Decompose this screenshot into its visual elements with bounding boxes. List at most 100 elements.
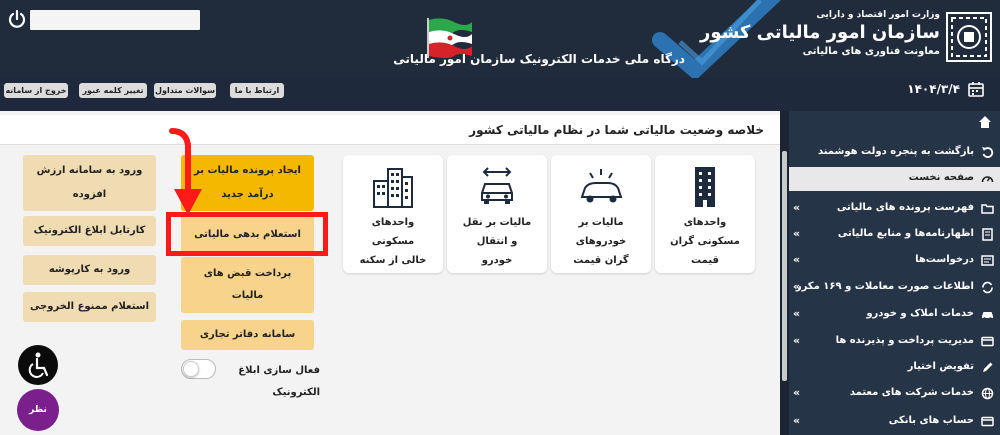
luxury-car-icon	[580, 169, 623, 203]
card-icon	[981, 416, 994, 427]
portal-title: درگاه ملی خدمات الکترونیک سازمان امور ما…	[393, 52, 685, 66]
card-text: خودروهای	[575, 236, 627, 247]
contact-us-button[interactable]: ارتباط با ما	[230, 83, 284, 98]
sidebar-item-label: خدمات شرکت های معتمد	[849, 387, 974, 398]
button-text: ورود به سامانه ارزش	[36, 165, 143, 176]
sidebar-item-label: فهرست پرونده های مالیاتی	[836, 202, 974, 213]
card-text: مالیات بر	[578, 217, 624, 228]
sidebar-item-bank-accounts[interactable]: حساب های بانکی «	[789, 410, 1000, 434]
sidebar-item-delegation[interactable]: تفویض اختیار	[789, 356, 1000, 380]
sidebar-item-payment-management[interactable]: مدیریت پرداخت و پذیرنده ها «	[789, 330, 1000, 354]
card-text: قیمت	[691, 255, 719, 266]
card-vacant-residential-units[interactable]: واحدهای مسکونی خالی از سکنه	[343, 155, 443, 273]
sidebar-scrollbar[interactable]	[780, 111, 789, 435]
kariposhe-login-button[interactable]: ورود به کارپوشه	[23, 255, 156, 285]
sidebar-item-label: مدیریت پرداخت و پذیرنده ها	[835, 335, 974, 346]
card-luxury-car-tax[interactable]: مالیات بر خودروهای گران قیمت	[551, 155, 651, 273]
summary-title-bar: خلاصه وضعیت مالیاتی شما در نظام مالیاتی …	[0, 115, 780, 145]
double-chevron-icon: «	[793, 386, 801, 399]
refresh-icon	[982, 281, 993, 294]
wheelchair-icon	[28, 352, 49, 378]
document-icon	[982, 228, 993, 241]
button-text: افزوده	[72, 189, 107, 200]
user-name-box	[30, 10, 200, 30]
header-bar: درگاه ملی خدمات الکترونیک سازمان امور ما…	[0, 0, 1000, 78]
commercial-registry-button[interactable]: سامانه دفاتر تجاری	[181, 320, 314, 350]
electronic-notice-cartable-button[interactable]: کارتابل ابلاغ الکترونیک	[23, 216, 156, 246]
folder-icon	[981, 204, 994, 214]
vat-system-login-button[interactable]: ورود به سامانه ارزش افزوده	[23, 155, 156, 211]
sidebar-item-transactions-169[interactable]: اطلاعات صورت معاملات و ۱۶۹ مکرر «	[789, 276, 1000, 300]
double-chevron-icon: «	[793, 307, 801, 320]
pen-icon	[983, 362, 993, 372]
sidebar-item-label: بازگشت به پنجره دولت هوشمند	[817, 146, 974, 157]
card-luxury-residential-units[interactable]: واحدهای مسکونی گران قیمت	[655, 155, 755, 273]
calendar-icon	[968, 82, 984, 97]
exit-system-button[interactable]: خروج از سامانه	[4, 83, 68, 98]
org-subtitle: معاونت فناوری های مالیاتی	[802, 46, 940, 57]
red-arrow-icon	[169, 128, 202, 215]
double-chevron-icon: «	[793, 201, 801, 214]
globe-icon	[981, 387, 994, 400]
card-car-transfer-tax[interactable]: مالیات بر نقل و انتقال خودرو	[447, 155, 547, 273]
sidebar-item-requests[interactable]: درخواست‌ها «	[789, 249, 1000, 273]
sidebar-item-label: صفحه نخست	[908, 172, 974, 183]
toggle-label: فعال سازی ابلاغ الکترونیک	[238, 365, 320, 398]
exit-ban-inquiry-button[interactable]: استعلام ممنوع الخروجی	[23, 292, 156, 322]
button-text: مالیات	[231, 290, 264, 301]
power-icon[interactable]	[6, 9, 28, 31]
card-text: و انتقال	[476, 236, 518, 247]
double-chevron-icon: «	[793, 334, 801, 347]
double-chevron-icon: «	[793, 227, 801, 240]
org-name: سازمان امور مالیاتی کشور	[699, 22, 940, 43]
sidebar-item-label: درخواست‌ها	[915, 254, 974, 265]
card-text: خالی از سکنه	[359, 255, 427, 266]
building-icon	[695, 167, 715, 207]
double-chevron-icon: «	[793, 253, 801, 266]
tax-organization-emblem-icon	[946, 12, 992, 62]
form-icon	[981, 255, 994, 266]
sidebar-item-label: تفویض اختیار	[907, 361, 974, 372]
faq-button[interactable]: سوالات متداول	[154, 83, 216, 98]
page-title: خلاصه وضعیت مالیاتی شما در نظام مالیاتی …	[469, 123, 764, 137]
card-text: گران قیمت	[573, 255, 629, 266]
current-date: ۱۴۰۴/۳/۴	[907, 82, 960, 96]
card-icon	[981, 336, 994, 347]
ministry-name: وزارت امور اقتصاد و دارایی	[816, 10, 940, 20]
card-text: مسکونی گران	[670, 236, 740, 247]
card-text: مالیات بر نقل	[462, 217, 532, 228]
change-password-button[interactable]: تغییر کلمه عبور	[79, 83, 147, 98]
card-text: مسکونی	[371, 236, 415, 247]
red-highlight-box	[166, 212, 328, 256]
sidebar-item-declarations[interactable]: اظهارنامه‌ها و منابع مالیاتی «	[789, 223, 1000, 247]
org-title-block: وزارت امور اقتصاد و دارایی سازمان امور م…	[699, 8, 940, 60]
pay-tax-bills-button[interactable]: پرداخت قبض های مالیات	[181, 257, 314, 313]
home-icon[interactable]	[978, 115, 992, 129]
dashboard-icon	[981, 176, 994, 183]
top-nav-bar	[0, 78, 1000, 111]
undo-icon	[982, 147, 994, 158]
sidebar-item-property-car-services[interactable]: خدمات املاک و خودرو «	[789, 303, 1000, 327]
card-text: خودرو	[481, 255, 513, 266]
sidebar-item-label: خدمات املاک و خودرو	[866, 308, 974, 319]
survey-button[interactable]: نظر سنجی	[17, 389, 59, 431]
car-icon	[982, 312, 993, 320]
card-text: واحدهای	[371, 217, 415, 228]
double-chevron-icon: «	[793, 280, 801, 293]
sidebar-item-trusted-companies[interactable]: خدمات شرکت های معتمد «	[789, 382, 1000, 406]
car-transfer-icon	[481, 167, 513, 204]
scrollbar-thumb[interactable]	[782, 151, 787, 381]
sidebar-item-back-to-smart-gov[interactable]: بازگشت به پنجره دولت هوشمند	[789, 141, 1000, 165]
toggle-knob	[183, 361, 199, 377]
sidebar-item-tax-files[interactable]: فهرست پرونده های مالیاتی «	[789, 197, 1000, 221]
button-text: پرداخت قبض های	[203, 268, 292, 279]
double-chevron-icon: «	[793, 414, 801, 427]
sidebar-item-label: اظهارنامه‌ها و منابع مالیاتی	[837, 228, 974, 239]
sidebar-item-home[interactable]: صفحه نخست	[789, 167, 1000, 191]
sidebar: بازگشت به پنجره دولت هوشمند صفحه نخست فه…	[780, 111, 1000, 435]
sidebar-item-label: اطلاعات صورت معاملات و ۱۶۹ مکرر	[795, 281, 974, 292]
electronic-notice-toggle[interactable]	[181, 359, 216, 379]
accessibility-button[interactable]	[18, 345, 58, 385]
sidebar-item-label: حساب های بانکی	[888, 415, 974, 426]
apartments-icon	[373, 168, 413, 208]
